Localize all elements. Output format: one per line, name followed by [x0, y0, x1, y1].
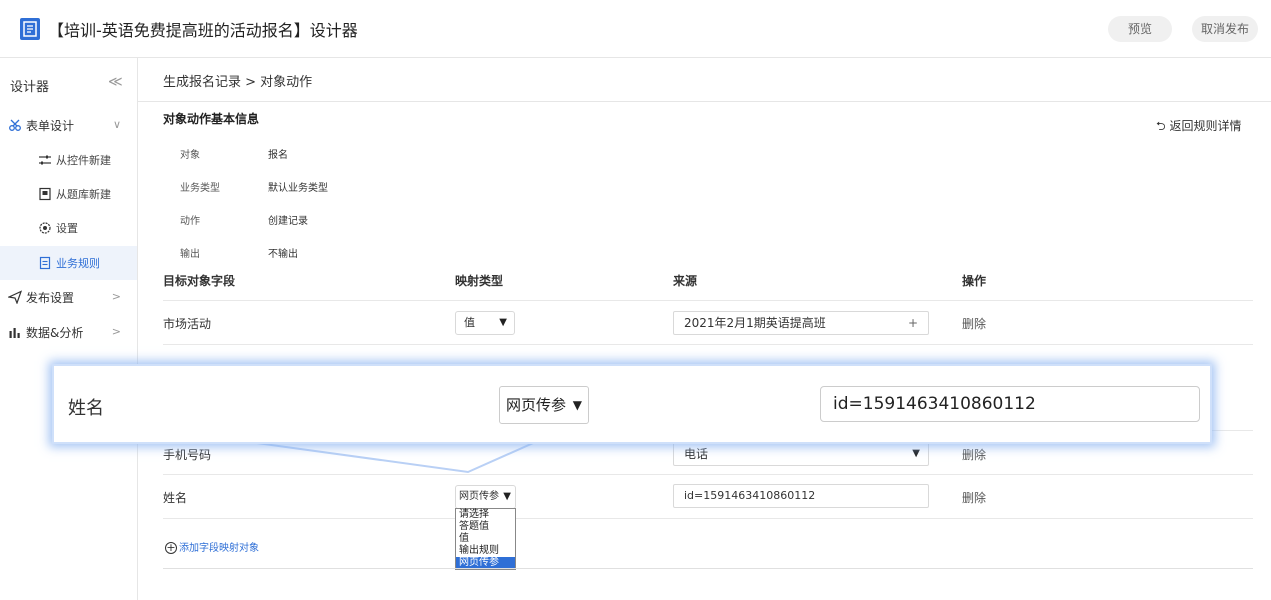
info-value-object: 报名	[268, 150, 288, 161]
column-header-target-field: 目标对象字段	[163, 274, 236, 288]
divider	[163, 568, 1253, 569]
delete-link[interactable]: 删除	[962, 446, 986, 463]
map-type-dropdown: 请选择 答题值 值 输出规则 网页传参	[455, 508, 516, 570]
callout-source-input: id=1591463410860112	[820, 386, 1200, 422]
sidebar-item-label: 业务规则	[56, 257, 100, 270]
sidebar-item-label: 设置	[56, 222, 78, 235]
preview-button[interactable]: 预览	[1108, 16, 1172, 42]
top-bar: 【培训-英语免费提高班的活动报名】设计器 预览 取消发布	[0, 0, 1271, 58]
scissors-icon	[9, 119, 21, 131]
column-header-source: 来源	[673, 274, 698, 288]
sidebar-item-publish-settings[interactable]: 发布设置 >	[0, 280, 137, 314]
return-icon: ⮌	[1156, 119, 1170, 133]
sidebar-item-settings[interactable]: 设置	[0, 211, 137, 245]
info-label-output: 输出	[180, 249, 200, 260]
send-icon	[8, 290, 22, 304]
chevron-down-icon: ▼	[912, 448, 920, 459]
sliders-icon	[39, 155, 51, 165]
sidebar-item-new-from-bank[interactable]: 从题库新建	[0, 177, 137, 211]
back-to-rule-link[interactable]: ⮌ 返回规则详情	[1156, 117, 1241, 138]
chevron-down-icon: ▼	[503, 491, 511, 502]
collapse-icon[interactable]: ≪	[108, 74, 123, 90]
select-value: 值	[464, 316, 475, 329]
gear-icon	[39, 222, 51, 234]
plus-circle-icon: +	[165, 541, 177, 554]
row-divider	[163, 474, 1253, 475]
chevron-right-icon: >	[111, 290, 121, 303]
delete-link[interactable]: 删除	[962, 315, 986, 332]
sidebar-heading: 设计器	[10, 80, 50, 95]
column-header-action: 操作	[962, 274, 987, 288]
chevron-right-icon: >	[111, 325, 121, 338]
row-divider	[163, 518, 1253, 519]
source-select[interactable]: 电话 ▼	[673, 442, 929, 466]
info-label-business-type: 业务类型	[180, 183, 220, 194]
unpublish-button[interactable]: 取消发布	[1192, 16, 1258, 42]
map-type-select[interactable]: 网页传参 ▼	[455, 485, 516, 509]
sidebar-item-label: 从题库新建	[56, 188, 111, 201]
map-type-select[interactable]: 值 ▼	[455, 311, 515, 335]
section-title: 对象动作基本信息	[163, 112, 260, 126]
row-field: 姓名	[163, 491, 188, 505]
dropdown-option[interactable]: 请选择	[456, 509, 515, 521]
source-value: id=1591463410860112	[684, 489, 816, 502]
source-value: 电话	[684, 447, 709, 461]
info-label-action: 动作	[180, 216, 200, 227]
select-value: 网页传参	[459, 491, 499, 502]
document-icon	[20, 18, 40, 40]
row-divider	[163, 300, 1253, 301]
dropdown-option[interactable]: 值	[456, 533, 515, 545]
breadcrumb: 生成报名记录 > 对象动作	[163, 75, 313, 90]
sidebar-item-label: 从控件新建	[56, 154, 111, 167]
info-label-object: 对象	[180, 150, 200, 161]
source-input[interactable]: id=1591463410860112	[673, 484, 929, 508]
chart-icon	[9, 328, 20, 338]
sidebar-item-business-rules[interactable]: 业务规则	[0, 246, 137, 280]
sidebar-item-new-from-control[interactable]: 从控件新建	[0, 143, 137, 177]
chevron-down-icon: ▼	[499, 317, 507, 328]
sidebar-item-data-analysis[interactable]: 数据&分析 >	[0, 315, 137, 349]
callout-map-type-select: 网页传参 ▼	[499, 386, 589, 424]
callout-field: 姓名	[68, 398, 104, 419]
sidebar: 设计器 ≪ 表单设计 ∨ 从控件新建 从题库新建 设置 业务规则 发布设置 > …	[0, 58, 138, 600]
info-value-business-type: 默认业务类型	[268, 183, 328, 194]
plus-icon[interactable]: +	[908, 312, 918, 334]
sidebar-item-form-design[interactable]: 表单设计 ∨	[0, 108, 137, 142]
delete-link[interactable]: 删除	[962, 489, 986, 506]
bank-icon	[39, 187, 51, 201]
row-field: 手机号码	[163, 448, 212, 462]
row-divider	[163, 344, 1253, 345]
sidebar-item-label: 数据&分析	[26, 325, 84, 340]
source-value: 2021年2月1期英语提高班	[684, 316, 826, 330]
dropdown-option[interactable]: 输出规则	[456, 545, 515, 557]
chevron-down-icon: ▼	[572, 398, 582, 412]
row-field: 市场活动	[163, 317, 212, 331]
sidebar-item-label: 发布设置	[26, 290, 75, 305]
callout-select-value: 网页传参	[506, 396, 567, 414]
dropdown-option[interactable]: 答题值	[456, 521, 515, 533]
source-picker[interactable]: 2021年2月1期英语提高班 +	[673, 311, 929, 335]
sidebar-item-label: 表单设计	[26, 118, 75, 133]
divider	[138, 101, 1271, 102]
column-header-map-type: 映射类型	[455, 274, 504, 288]
back-link-label: 返回规则详情	[1169, 119, 1242, 133]
zoom-callout: 姓名 网页传参 ▼ id=1591463410860112	[52, 364, 1212, 444]
doc-icon	[39, 256, 51, 270]
info-value-action: 创建记录	[268, 216, 308, 227]
add-field-mapping-label: 添加字段映射对象	[179, 543, 259, 554]
app-title: 【培训-英语免费提高班的活动报名】设计器	[48, 21, 358, 40]
chevron-down-icon: ∨	[112, 118, 121, 131]
info-value-output: 不输出	[268, 249, 298, 260]
add-field-mapping-link[interactable]: + 添加字段映射对象	[165, 539, 259, 554]
